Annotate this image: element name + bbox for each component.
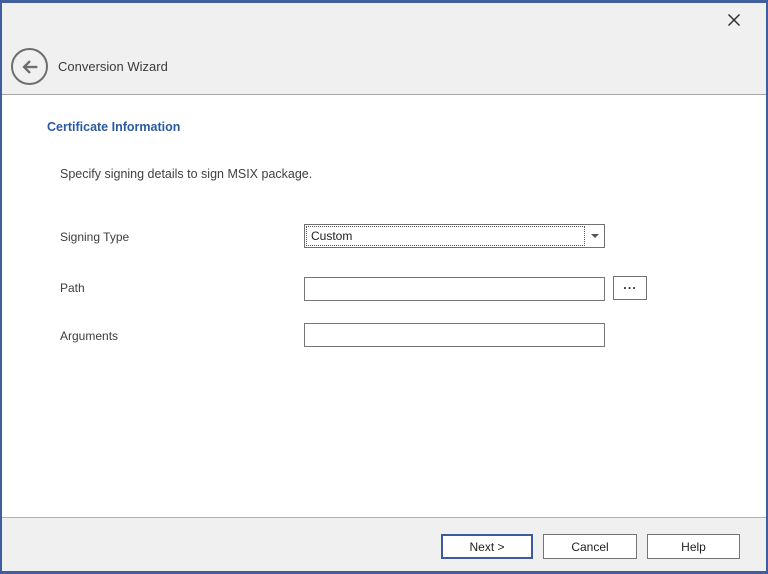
ellipsis-icon: ... (623, 277, 637, 292)
next-button[interactable]: Next > (441, 534, 533, 559)
button-bar: Next > Cancel Help (2, 517, 766, 571)
signing-type-value[interactable]: Custom (306, 226, 585, 246)
back-arrow-icon (19, 56, 41, 78)
help-button[interactable]: Help (647, 534, 740, 559)
dialog-body: Conversion Wizard Certificate Informatio… (2, 3, 766, 571)
close-button[interactable] (718, 5, 750, 35)
page-heading: Certificate Information (47, 120, 180, 134)
back-button[interactable] (11, 48, 48, 85)
page-description: Specify signing details to sign MSIX pac… (60, 167, 312, 181)
wizard-title: Conversion Wizard (58, 58, 168, 76)
wizard-header: Conversion Wizard (2, 3, 766, 95)
browse-button[interactable]: ... (613, 276, 647, 300)
chevron-down-icon (591, 234, 599, 238)
signing-type-dropdown-button[interactable] (586, 225, 604, 247)
arguments-input[interactable] (304, 323, 605, 347)
cancel-button[interactable]: Cancel (543, 534, 637, 559)
path-label: Path (60, 281, 85, 295)
conversion-wizard-dialog: Conversion Wizard Certificate Informatio… (0, 0, 768, 574)
arguments-label: Arguments (60, 329, 118, 343)
path-input[interactable] (304, 277, 605, 301)
signing-type-combobox[interactable]: Custom (304, 224, 605, 248)
signing-type-label: Signing Type (60, 230, 129, 244)
close-icon (726, 12, 742, 28)
